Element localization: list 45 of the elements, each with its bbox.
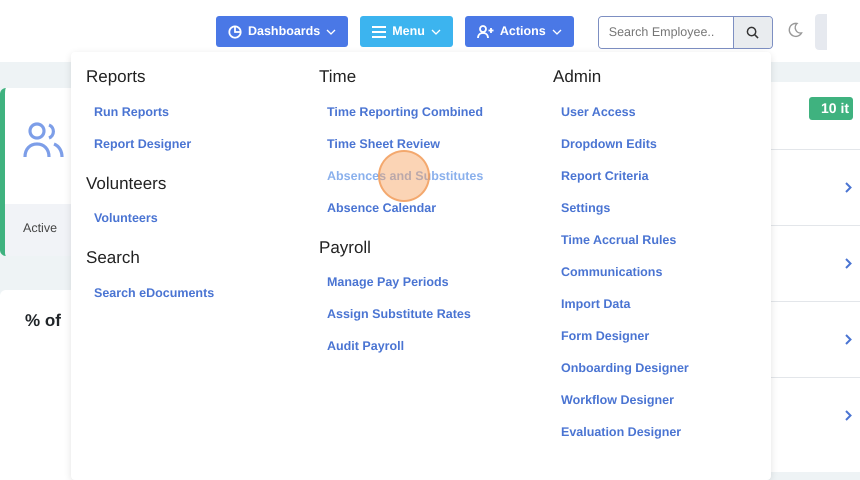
menu-section-heading: Volunteers bbox=[86, 172, 168, 194]
caret-icon bbox=[430, 28, 441, 34]
users-icon bbox=[23, 122, 65, 158]
menu-section-heading: Admin bbox=[553, 66, 602, 88]
menu-section-heading: Time bbox=[319, 66, 358, 88]
menu-link[interactable]: User Access bbox=[553, 96, 636, 128]
moon-icon[interactable] bbox=[786, 22, 803, 38]
menu-link[interactable]: Report Designer bbox=[86, 128, 192, 160]
chevron-icon[interactable] bbox=[845, 258, 852, 269]
menu-link[interactable]: Evaluation Designer bbox=[553, 416, 682, 448]
search-icon bbox=[746, 26, 760, 39]
user-add-icon bbox=[476, 24, 494, 38]
menu-link[interactable]: Settings bbox=[553, 192, 610, 224]
search-button[interactable] bbox=[732, 17, 772, 48]
count-badge: 10 it bbox=[809, 97, 854, 120]
nav-dropdown-button[interactable]: Dashboards bbox=[216, 16, 348, 47]
menu-link[interactable]: Import Data bbox=[553, 288, 630, 320]
chevron-icon[interactable] bbox=[845, 334, 852, 345]
menu-link[interactable]: Time Sheet Review bbox=[319, 128, 440, 160]
menu-link[interactable]: Onboarding Designer bbox=[553, 352, 689, 384]
menu-link[interactable]: Time Reporting Combined bbox=[319, 96, 484, 128]
menu-link[interactable]: Assign Substitute Rates bbox=[319, 298, 471, 330]
nav-dropdown-button[interactable]: Actions bbox=[464, 16, 574, 47]
card-title: % of bbox=[25, 311, 61, 330]
menu-link[interactable]: Audit Payroll bbox=[319, 330, 404, 362]
menu-icon bbox=[372, 26, 386, 38]
menu-link[interactable]: Time Accrual Rules bbox=[553, 224, 676, 256]
chart-icon bbox=[228, 24, 242, 38]
search-field[interactable]: Search Employee.. bbox=[598, 16, 773, 49]
chevron-icon[interactable] bbox=[845, 182, 852, 193]
menu-link[interactable]: Workflow Designer bbox=[553, 384, 674, 416]
menu-link[interactable]: Communications bbox=[553, 256, 662, 288]
menu-link[interactable]: Form Designer bbox=[553, 320, 650, 352]
chevron-icon[interactable] bbox=[845, 410, 852, 421]
caret-icon bbox=[326, 28, 336, 34]
menu-link[interactable]: Dropdown Edits bbox=[553, 128, 657, 160]
caret-icon bbox=[552, 28, 562, 34]
menu-link[interactable]: Manage Pay Periods bbox=[319, 266, 449, 298]
menu-link[interactable]: Run Reports bbox=[86, 96, 169, 128]
nav-dropdown-button[interactable]: Menu bbox=[360, 16, 453, 47]
menu-link[interactable]: Report Criteria bbox=[553, 160, 649, 192]
menu-section-heading: Payroll bbox=[319, 236, 372, 258]
menu-link[interactable]: Search eDocuments bbox=[86, 276, 214, 308]
menu-section-heading: Reports bbox=[86, 66, 147, 88]
menu-link[interactable]: Absence Calendar bbox=[319, 192, 436, 224]
